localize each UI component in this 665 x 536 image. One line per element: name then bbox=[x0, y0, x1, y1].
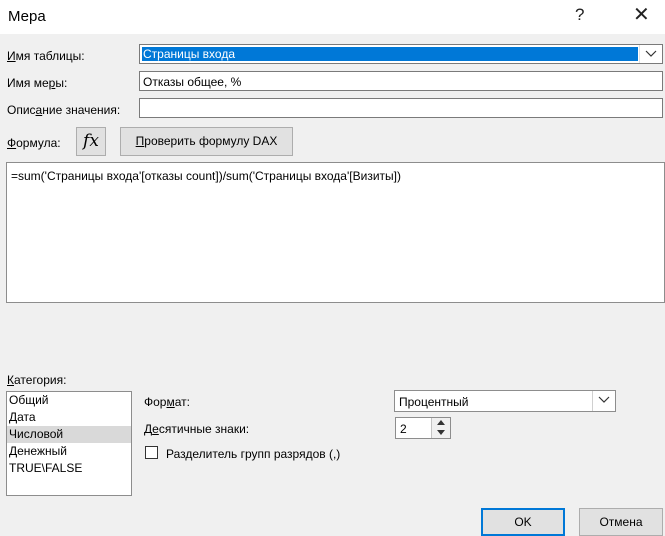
format-label: Формат: bbox=[144, 395, 190, 409]
measure-name-input[interactable]: Отказы общее, % bbox=[139, 71, 663, 91]
formula-text: =sum('Страницы входа'[отказы count])/sum… bbox=[11, 169, 401, 183]
thousands-separator-label: Разделитель групп разрядов (,) bbox=[166, 447, 341, 461]
measure-name-label: Имя меры: bbox=[7, 76, 68, 90]
title-bar: Мера ? ✕ bbox=[0, 0, 665, 34]
description-label: Описание значения: bbox=[7, 103, 121, 117]
dialog-title: Мера bbox=[8, 8, 46, 25]
category-list[interactable]: Общий Дата Числовой Денежный TRUE\FALSE bbox=[6, 391, 132, 496]
close-icon[interactable]: ✕ bbox=[633, 2, 650, 27]
category-item-currency[interactable]: Денежный bbox=[7, 443, 131, 460]
format-value: Процентный bbox=[399, 395, 469, 409]
thousands-separator-checkbox[interactable] bbox=[145, 446, 158, 459]
check-dax-button[interactable]: Проверить формулу DAX bbox=[120, 127, 293, 156]
fx-icon: fx bbox=[83, 131, 99, 151]
category-item-numeric[interactable]: Числовой bbox=[7, 426, 131, 443]
fx-button[interactable]: fx bbox=[76, 127, 106, 156]
cancel-button[interactable]: Отмена bbox=[579, 508, 663, 536]
formula-label: Формула: bbox=[7, 136, 61, 150]
formula-editor[interactable]: =sum('Страницы входа'[отказы count])/sum… bbox=[6, 162, 665, 303]
measure-name-value: Отказы общее, % bbox=[143, 75, 242, 89]
category-item-general[interactable]: Общий bbox=[7, 392, 131, 409]
chevron-down-icon[interactable] bbox=[639, 45, 662, 63]
description-input[interactable] bbox=[139, 98, 663, 118]
chevron-down-icon[interactable] bbox=[592, 391, 615, 411]
category-label: Категория: bbox=[7, 373, 67, 387]
category-item-date[interactable]: Дата bbox=[7, 409, 131, 426]
decimals-label: Десятичные знаки: bbox=[144, 422, 250, 436]
ok-button[interactable]: OK bbox=[481, 508, 565, 536]
format-combobox[interactable]: Процентный bbox=[394, 390, 616, 412]
category-item-truefalse[interactable]: TRUE\FALSE bbox=[7, 460, 131, 477]
help-icon[interactable]: ? bbox=[575, 5, 584, 25]
table-name-combobox[interactable]: Страницы входа bbox=[139, 44, 663, 64]
decimals-value: 2 bbox=[400, 422, 407, 436]
decimals-stepper[interactable]: 2 bbox=[395, 417, 451, 439]
spin-down-icon[interactable] bbox=[431, 428, 450, 438]
table-name-label: Имя таблицы: bbox=[7, 49, 85, 63]
table-name-value: Страницы входа bbox=[142, 47, 638, 61]
